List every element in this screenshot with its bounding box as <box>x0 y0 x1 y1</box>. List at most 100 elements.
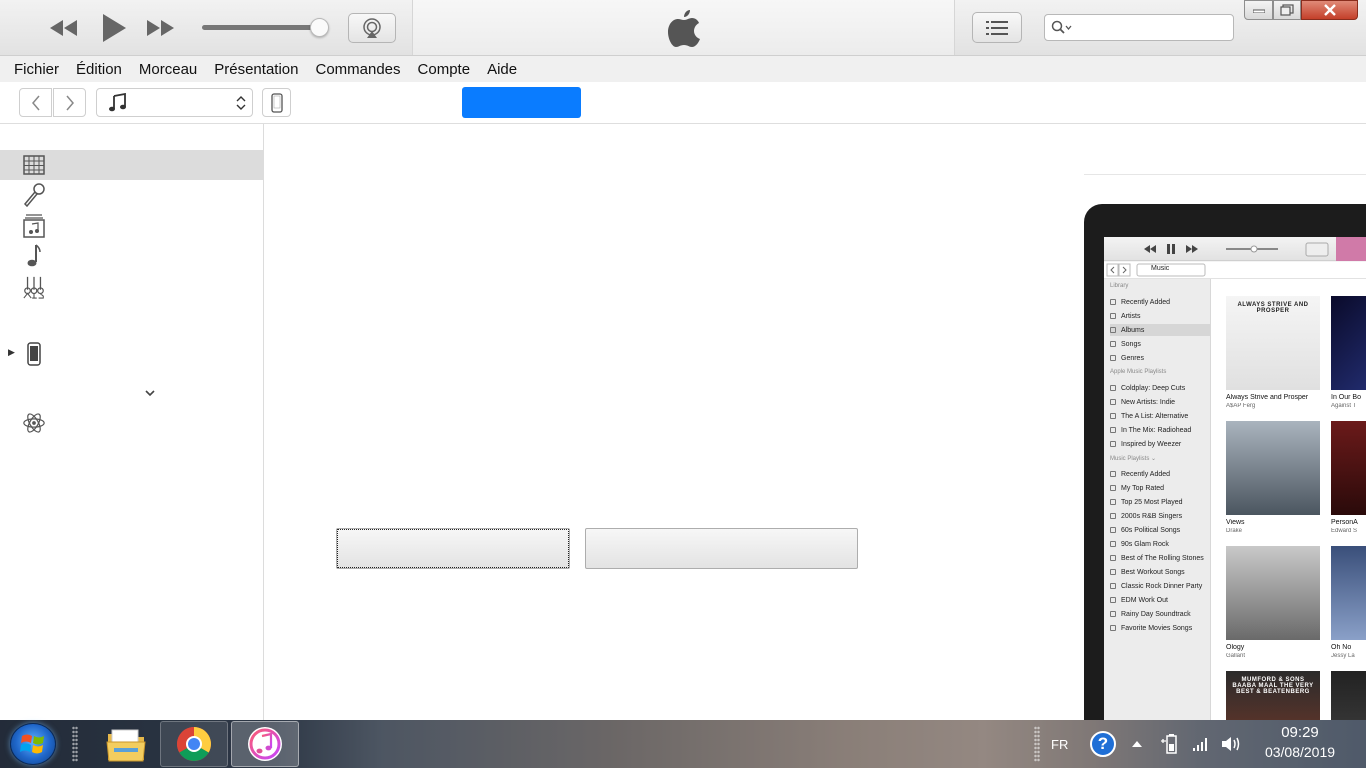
promo-sidebar-item-label: Favorite Movies Songs <box>1121 624 1193 632</box>
promo-sidebar-item-label: In The Mix: Radiohead <box>1121 426 1192 434</box>
promo-sidebar-item-label: Classic Rock Dinner Party <box>1121 582 1203 590</box>
taskbar-grip[interactable] <box>72 726 78 762</box>
promo-album-artist: Edward S <box>1331 528 1358 534</box>
promo-album-title: Views <box>1226 519 1245 526</box>
play-icon <box>103 14 126 42</box>
language-indicator[interactable]: FR <box>1051 720 1068 768</box>
taskbar-explorer[interactable] <box>92 721 160 767</box>
promo-playlist-icon <box>1110 299 1116 305</box>
airplay-button[interactable] <box>348 13 396 43</box>
promo-playlist-icon <box>1110 327 1116 333</box>
taskbar-clock[interactable]: 09:29 03/08/2019 <box>1250 724 1350 760</box>
promo-sidebar-item: Favorite Movies Songs <box>1110 622 1210 634</box>
menu-presentation[interactable]: Présentation <box>206 61 306 78</box>
promo-album-title: PersonA <box>1331 519 1358 526</box>
device-button[interactable] <box>262 88 291 117</box>
promo-sidebar-item-label: 2000s R&B Singers <box>1121 512 1183 520</box>
restore-icon <box>1280 4 1294 16</box>
media-kind-select[interactable] <box>96 88 253 117</box>
help-tray[interactable]: ? <box>1090 720 1116 768</box>
chrome-icon <box>177 727 211 761</box>
atom-icon <box>22 411 46 435</box>
promo-playlist-icon <box>1110 499 1116 505</box>
close-button[interactable] <box>1301 0 1358 20</box>
promo-sidebar-item-label: 90s Glam Rock <box>1121 540 1169 548</box>
menu-morceau[interactable]: Morceau <box>131 61 205 78</box>
promo-album-tile: Ology Gallant <box>1226 546 1320 659</box>
promo-sidebar-item-label: Albums <box>1121 326 1145 334</box>
promo-playlist-icon <box>1110 341 1116 347</box>
promo-sidebar-item: Albums <box>1110 324 1210 336</box>
up-next-button[interactable] <box>972 12 1022 43</box>
maximize-button[interactable] <box>1273 0 1301 20</box>
menu-fichier[interactable]: Fichier <box>6 61 67 78</box>
selected-tab[interactable] <box>462 87 581 118</box>
promo-sidebar-item: New Artists: Indie <box>1110 396 1210 408</box>
tray-grip[interactable] <box>1034 726 1040 762</box>
rewind-button[interactable] <box>46 14 82 42</box>
chevron-right-icon <box>65 95 74 110</box>
sidebar-item-albums-grid[interactable] <box>0 150 263 180</box>
promo-sidebar-item: Best Workout Songs <box>1110 566 1210 578</box>
search-input[interactable] <box>1075 18 1225 37</box>
back-button[interactable] <box>19 88 52 117</box>
menu-bar: Fichier Édition Morceau Présentation Com… <box>0 56 1366 82</box>
clock-time: 09:29 <box>1281 724 1319 741</box>
play-button[interactable] <box>96 10 132 46</box>
clock-date: 03/08/2019 <box>1264 744 1336 760</box>
power-tray[interactable] <box>1160 720 1180 768</box>
show-hidden-icons-button[interactable] <box>1131 720 1143 768</box>
promo-playlist-icon <box>1110 313 1116 319</box>
promo-sidebar-item: Rainy Day Soundtrack <box>1110 608 1210 620</box>
sidebar-item-songs[interactable] <box>0 241 263 271</box>
primary-action-button[interactable] <box>336 528 570 569</box>
network-tray[interactable] <box>1192 720 1210 768</box>
sidebar-item-artists[interactable] <box>0 180 263 210</box>
volume-tray[interactable] <box>1220 720 1242 768</box>
promo-album-artist: Jessy La <box>1331 653 1355 659</box>
start-button[interactable] <box>10 723 56 765</box>
promo-sidebar-item: Artists <box>1110 310 1210 322</box>
itunes-icon <box>248 727 282 761</box>
promo-playlist-icon <box>1110 385 1116 391</box>
sidebar-item-genres[interactable] <box>0 272 263 302</box>
minimize-icon <box>1252 9 1265 13</box>
promo-playlist-icon <box>1110 413 1116 419</box>
forward-nav-button[interactable] <box>53 88 86 117</box>
promo-album-artist: Against T <box>1331 403 1357 409</box>
promo-sidebar-item: My Top Rated <box>1110 482 1210 494</box>
promo-sidebar-item: Classic Rock Dinner Party <box>1110 580 1210 592</box>
menu-commandes[interactable]: Commandes <box>307 61 408 78</box>
menu-aide[interactable]: Aide <box>479 61 525 78</box>
promo-sidebar-item-label: Songs <box>1121 340 1141 348</box>
promo-sidebar-item: Inspired by Weezer <box>1110 438 1210 450</box>
promo-album-art <box>1226 546 1320 640</box>
main-content: Music Library Recently Added Artists Albums… <box>264 124 1366 720</box>
secondary-action-button[interactable] <box>585 528 858 569</box>
sidebar-item-device[interactable]: ▶ <box>0 339 263 369</box>
signal-bars-icon <box>1193 738 1207 751</box>
promo-sidebar: Library Recently Added Artists Albums Songs G… <box>1104 279 1211 720</box>
promo-album-tile: In Our Bo Against T <box>1331 296 1366 409</box>
promo-nav: Music <box>1104 262 1366 279</box>
sidebar-item-genius[interactable] <box>0 408 263 438</box>
promo-sidebar-item-label: Rainy Day Soundtrack <box>1121 610 1191 618</box>
promo-album-title: Oh No <box>1331 644 1352 651</box>
chevron-down-icon[interactable] <box>144 389 156 397</box>
promo-laptop-image: Music Library Recently Added Artists Albums… <box>1084 204 1366 720</box>
taskbar-itunes[interactable] <box>231 721 299 767</box>
promo-album-tile: RA <box>1331 671 1366 720</box>
battery-plug-icon <box>1161 734 1177 754</box>
taskbar: FR ? 09:29 03/08/2019 <box>0 720 1366 768</box>
menu-edition[interactable]: Édition <box>68 61 130 78</box>
taskbar-chrome[interactable] <box>160 721 228 767</box>
sidebar-item-album-list[interactable] <box>0 211 263 241</box>
volume-knob[interactable] <box>310 18 329 37</box>
forward-button[interactable] <box>142 14 178 42</box>
disclosure-triangle-icon[interactable]: ▶ <box>8 347 15 358</box>
promo-sidebar-item-label: My Top Rated <box>1121 484 1165 492</box>
menu-compte[interactable]: Compte <box>410 61 479 78</box>
minimize-button[interactable] <box>1244 0 1273 20</box>
search-field[interactable] <box>1044 14 1234 41</box>
volume-slider[interactable] <box>202 25 326 30</box>
